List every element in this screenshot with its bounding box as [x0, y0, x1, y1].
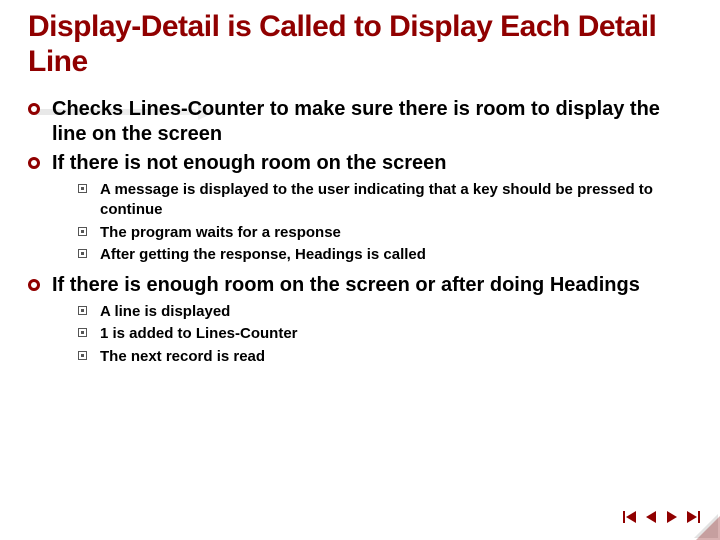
- skip-back-icon: [622, 509, 638, 525]
- sub-list: A line is displayed 1 is added to Lines-…: [52, 302, 692, 367]
- slide-nav: [621, 508, 702, 526]
- slide: Display-Detail is Called to Display Each…: [0, 0, 720, 367]
- triangle-left-icon: [643, 509, 659, 525]
- sub-item: The program waits for a response: [78, 223, 692, 243]
- bullet-list: Checks Lines-Counter to make sure there …: [28, 97, 692, 367]
- sub-list: A message is displayed to the user indic…: [52, 180, 692, 265]
- slide-title: Display-Detail is Called to Display Each…: [28, 10, 692, 79]
- page-curl-shadow: [696, 516, 720, 540]
- sub-item: A message is displayed to the user indic…: [78, 180, 692, 221]
- sub-item: After getting the response, Headings is …: [78, 245, 692, 265]
- triangle-right-icon: [664, 509, 680, 525]
- sub-item: The next record is read: [78, 347, 692, 367]
- bullet-text: If there is not enough room on the scree…: [52, 152, 446, 174]
- first-slide-button[interactable]: [621, 508, 639, 526]
- bullet-item: If there is enough room on the screen or…: [28, 273, 692, 367]
- bullet-text: If there is enough room on the screen or…: [52, 274, 640, 296]
- prev-slide-button[interactable]: [642, 508, 660, 526]
- sub-item: 1 is added to Lines-Counter: [78, 324, 692, 344]
- bullet-item: Checks Lines-Counter to make sure there …: [28, 97, 692, 147]
- bullet-text: Checks Lines-Counter to make sure there …: [52, 98, 660, 145]
- bullet-item: If there is not enough room on the scree…: [28, 151, 692, 265]
- next-slide-button[interactable]: [663, 508, 681, 526]
- sub-item: A line is displayed: [78, 302, 692, 322]
